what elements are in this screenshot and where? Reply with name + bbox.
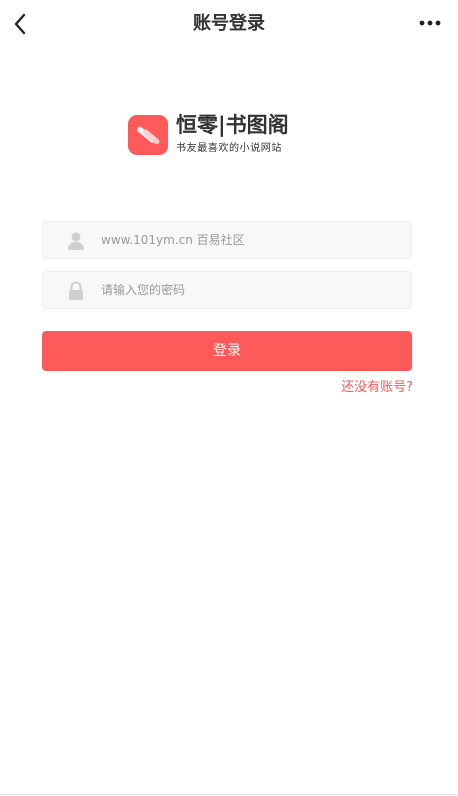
- brand-name: 恒零|书图阁: [176, 113, 289, 137]
- more-dots-icon: [419, 20, 441, 26]
- bottom-divider: [0, 794, 458, 795]
- brand-slogan: 书友最喜欢的小说网站: [176, 143, 282, 154]
- lock-icon: [67, 281, 85, 301]
- book-logo-icon: [128, 115, 168, 155]
- register-link[interactable]: 还没有账号?: [341, 379, 413, 397]
- password-field[interactable]: [42, 271, 412, 309]
- top-nav-bar: 账号登录: [0, 0, 458, 48]
- password-input[interactable]: [101, 272, 401, 308]
- page-title: 账号登录: [193, 13, 265, 34]
- login-button[interactable]: 登录: [42, 331, 412, 371]
- username-field[interactable]: [42, 221, 412, 259]
- more-button[interactable]: [418, 12, 442, 34]
- user-icon: [67, 231, 85, 251]
- username-input[interactable]: [101, 222, 401, 258]
